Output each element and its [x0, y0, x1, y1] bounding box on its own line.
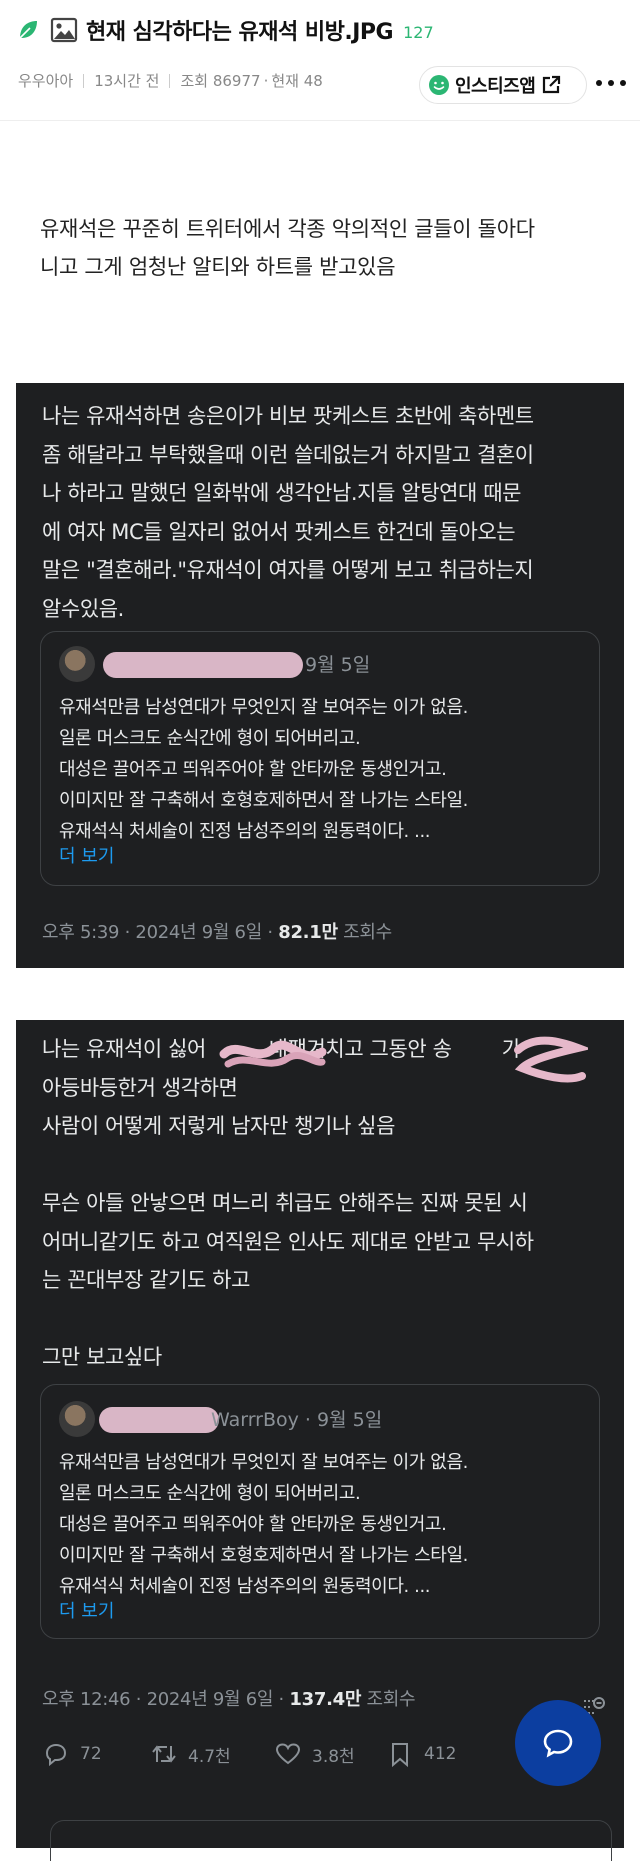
source-app-label: 인스티즈앱	[455, 76, 536, 97]
redaction-scribble	[219, 1040, 327, 1068]
reply-count: 72	[80, 1744, 102, 1764]
meta-separator: ·	[263, 71, 269, 90]
quote-body: 유재석만큼 남성연대가 무엇인지 잘 보여주는 이가 없음. 일론 머스크도 순…	[59, 697, 468, 842]
quote-date: 9월 5일	[305, 654, 371, 676]
retweet-button[interactable]: 4.7천	[150, 1740, 231, 1768]
divider	[83, 73, 85, 88]
quote-handle-date: WarrrBoy · 9월 5일	[211, 1409, 383, 1431]
comment-count[interactable]: 127	[403, 23, 434, 42]
tweet-view-count: 82.1만	[278, 922, 338, 943]
tweet-meta: 오후 12:46 · 2024년 9월 6일 · 137.4만 조회수	[42, 1685, 416, 1711]
quote-tweet[interactable]: WarrrBoy · 9월 5일 유재석만큼 남성연대가 무엇인지 잘 보여주는…	[40, 1384, 600, 1639]
next-quote-card	[50, 1820, 612, 1861]
redacted-name	[103, 652, 303, 678]
like-button[interactable]: 3.8천	[274, 1740, 355, 1768]
reply-button[interactable]: 72	[42, 1740, 102, 1768]
tweet-timestamp: 오후 12:46 · 2024년 9월 6일 ·	[42, 1689, 290, 1710]
author-name[interactable]: 우우아아	[18, 70, 73, 91]
show-more-link[interactable]: 더 보기	[59, 1597, 114, 1623]
chat-fab-button[interactable]	[515, 1700, 601, 1786]
header-divider	[0, 120, 640, 121]
quote-tweet[interactable]: 9월 5일 유재석만큼 남성연대가 무엇인지 잘 보여주는 이가 없음. 일론 …	[40, 631, 600, 886]
current-viewers: 현재 48	[271, 72, 323, 90]
smile-icon	[429, 75, 449, 95]
retweet-icon	[152, 1745, 176, 1763]
post-header: 현재 심각하다는 유재석 비방.JPG 127 우우아아 13시간 전 조회 8…	[0, 0, 640, 120]
tweet-screenshot-1: 나는 유재석하면 송은이가 비보 팟케스트 초반에 축하멘트 좀 해달라고 부탁…	[16, 383, 624, 968]
source-app-button[interactable]: 인스티즈앱	[419, 66, 587, 104]
tweet-timestamp: 오후 5:39 · 2024년 9월 6일 ·	[42, 922, 279, 943]
show-more-link[interactable]: 더 보기	[59, 842, 114, 868]
view-count: 조회 86977	[180, 72, 261, 90]
quote-body: 유재석만큼 남성연대가 무엇인지 잘 보여주는 이가 없음. 일론 머스크도 순…	[59, 1452, 468, 1597]
tweet-views-label: 조회수	[337, 922, 392, 943]
chat-bubble-icon	[543, 1729, 573, 1758]
redaction-scribble	[514, 1036, 588, 1083]
reply-icon	[45, 1743, 67, 1767]
avatar	[59, 1401, 95, 1437]
tweet-meta: 오후 5:39 · 2024년 9월 6일 · 82.1만 조회수	[42, 918, 392, 944]
bookmark-count: 412	[424, 1744, 457, 1764]
title-row: 현재 심각하다는 유재석 비방.JPG 127	[16, 14, 434, 46]
redacted-name	[99, 1407, 219, 1433]
retweet-count: 4.7천	[188, 1746, 231, 1767]
more-icon[interactable]	[596, 76, 626, 90]
tweet-view-count: 137.4만	[289, 1689, 362, 1710]
avatar	[59, 646, 95, 682]
page-title: 현재 심각하다는 유재석 비방.JPG	[86, 20, 394, 45]
post-meta: 우우아아 13시간 전 조회 86977 · 현재 48	[18, 70, 323, 91]
post-intro-text: 유재석은 꾸준히 트위터에서 각종 악의적인 글들이 돌아다 니고 그게 엄청난…	[40, 217, 535, 279]
tweet-text: 나는 유재석하면 송은이가 비보 팟케스트 초반에 축하멘트 좀 해달라고 부탁…	[42, 404, 534, 621]
bookmark-icon	[392, 1743, 408, 1768]
leaf-icon	[19, 21, 37, 39]
tweet-views-label: 조회수	[361, 1689, 416, 1710]
divider	[169, 73, 171, 88]
time-ago: 13시간 전	[94, 72, 160, 90]
bookmark-button[interactable]: 412	[386, 1740, 456, 1768]
image-icon	[50, 17, 78, 43]
heart-icon	[275, 1743, 301, 1765]
like-count: 3.8천	[312, 1746, 355, 1767]
external-link-icon	[543, 75, 561, 94]
